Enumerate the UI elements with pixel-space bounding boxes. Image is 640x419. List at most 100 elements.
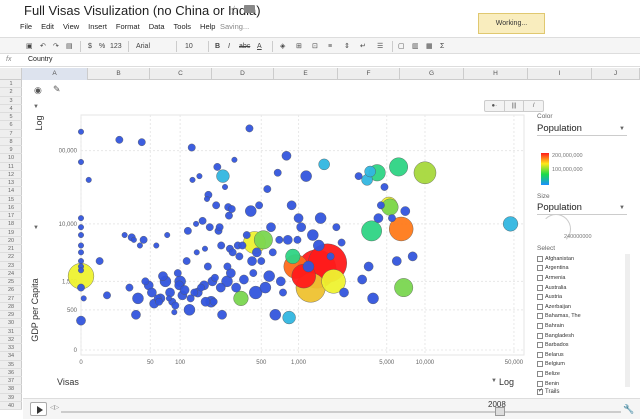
align-icon[interactable]: ≡ — [328, 41, 332, 52]
list-icon[interactable]: ☰ — [377, 41, 383, 52]
country-bubble[interactable] — [183, 226, 192, 235]
country-bubble[interactable] — [285, 248, 301, 264]
country-checkbox[interactable] — [537, 294, 543, 301]
x-scale-select[interactable]: Log — [499, 377, 514, 387]
column-header[interactable]: F — [338, 68, 400, 80]
menu-view[interactable]: View — [63, 22, 79, 34]
country-bubble[interactable] — [273, 168, 282, 177]
bubble-chart[interactable]: 0 50 100 500 1,000 5,000 10,000 50,000 100,000 10… — [59, 100, 529, 375]
country-bubble[interactable] — [259, 281, 272, 294]
country-bubble[interactable] — [354, 172, 363, 181]
borders-icon[interactable]: ⊞ — [296, 41, 302, 52]
formula-input[interactable]: Country — [28, 56, 53, 63]
country-bubble[interactable] — [281, 150, 292, 161]
strikethrough-button[interactable]: abc — [239, 41, 250, 52]
country-bubble[interactable] — [78, 159, 84, 165]
country-bubble[interactable] — [182, 257, 191, 265]
y-scale-select[interactable]: Log — [34, 111, 44, 135]
country-bubble[interactable] — [255, 201, 263, 210]
row-header[interactable]: 3 — [0, 97, 22, 105]
country-checkbox[interactable] — [537, 255, 543, 262]
row-header[interactable]: 20 — [0, 237, 22, 245]
country-bubble[interactable] — [139, 235, 148, 244]
country-bubble[interactable] — [187, 143, 196, 152]
country-checkbox[interactable] — [537, 303, 543, 310]
menu-tools[interactable]: Tools — [174, 22, 192, 34]
row-header[interactable]: 30 — [0, 319, 22, 328]
country-bubble[interactable] — [189, 176, 196, 183]
country-bubble[interactable] — [389, 157, 408, 177]
country-checkbox[interactable] — [537, 351, 543, 358]
country-bubble[interactable] — [279, 288, 287, 297]
menu-data[interactable]: Data — [149, 22, 165, 34]
list-item[interactable]: Australia — [537, 283, 627, 293]
row-header[interactable]: 13 — [0, 179, 22, 188]
filter-icon[interactable]: ▦ — [426, 41, 433, 52]
y-scale-dropdown-icon[interactable]: ▼ — [33, 104, 39, 110]
country-bubble[interactable] — [132, 292, 144, 305]
menu-help[interactable]: Help — [200, 22, 215, 34]
bold-button[interactable]: B — [215, 41, 220, 52]
country-bubble[interactable] — [103, 291, 111, 300]
row-header[interactable]: 29 — [0, 311, 22, 320]
country-bubble[interactable] — [77, 283, 85, 292]
country-bubble[interactable] — [171, 309, 178, 316]
country-bubble[interactable] — [245, 205, 257, 217]
country-bubble[interactable] — [247, 256, 257, 266]
country-bubble[interactable] — [213, 163, 222, 171]
valign-icon[interactable]: ⇕ — [344, 41, 350, 52]
country-bubble[interactable] — [136, 242, 143, 249]
country-bubble[interactable] — [125, 283, 134, 292]
country-bubble[interactable] — [363, 261, 374, 272]
country-bubble[interactable] — [198, 216, 207, 225]
row-header[interactable]: 6 — [0, 121, 22, 130]
list-item[interactable]: Azerbaijan — [537, 302, 627, 312]
list-item[interactable]: Bahamas, The — [537, 312, 627, 322]
country-bubble[interactable] — [400, 206, 411, 216]
wrap-icon[interactable]: ↵ — [360, 41, 366, 52]
play-button[interactable] — [30, 402, 47, 416]
country-bubble[interactable] — [190, 288, 199, 297]
column-header[interactable]: C — [150, 68, 212, 80]
paint-format-icon[interactable]: ▤ — [66, 41, 73, 52]
country-bubble[interactable] — [242, 231, 251, 239]
menu-file[interactable]: File — [20, 22, 32, 34]
country-bubble[interactable] — [130, 236, 137, 243]
speed-icon[interactable]: ◁▷ — [50, 404, 59, 411]
fill-color-icon[interactable]: ◈ — [280, 41, 285, 52]
country-checkbox[interactable] — [537, 284, 543, 291]
column-header[interactable]: D — [212, 68, 274, 80]
comment-icon[interactable]: ▢ — [398, 41, 405, 52]
list-item[interactable]: Argentina — [537, 264, 627, 274]
country-bubble[interactable] — [268, 248, 277, 257]
slider-thumb[interactable] — [495, 407, 505, 416]
country-bubble[interactable] — [78, 258, 84, 265]
row-header[interactable]: 18 — [0, 220, 22, 229]
country-bubble[interactable] — [253, 230, 273, 250]
country-bubble[interactable] — [211, 273, 219, 282]
country-bubble[interactable] — [222, 184, 228, 190]
row-header[interactable]: 34 — [0, 352, 22, 361]
bar-view-tab[interactable]: ||| — [505, 101, 525, 111]
country-bubble[interactable] — [76, 315, 86, 326]
country-bubble[interactable] — [367, 292, 379, 305]
country-bubble[interactable] — [231, 282, 241, 293]
country-bubble[interactable] — [197, 283, 205, 292]
country-bubble[interactable] — [209, 297, 218, 306]
percent-button[interactable]: % — [99, 41, 105, 52]
eye-icon[interactable]: ◉ — [34, 85, 42, 96]
country-bubble[interactable] — [300, 170, 312, 182]
column-header[interactable]: J — [592, 68, 640, 80]
country-bubble[interactable] — [245, 124, 254, 133]
trails-checkbox[interactable] — [537, 387, 543, 395]
country-checkbox[interactable] — [537, 361, 543, 368]
row-header[interactable]: 17 — [0, 212, 22, 221]
country-bubble[interactable] — [155, 297, 163, 306]
trails-toggle[interactable]: Trails — [537, 387, 559, 395]
row-header[interactable]: 8 — [0, 138, 22, 146]
country-bubble[interactable] — [296, 222, 306, 232]
country-bubble[interactable] — [78, 267, 84, 274]
country-bubble[interactable] — [357, 274, 367, 285]
country-bubble[interactable] — [217, 309, 227, 320]
size-select[interactable]: Population ▼ — [537, 202, 627, 215]
